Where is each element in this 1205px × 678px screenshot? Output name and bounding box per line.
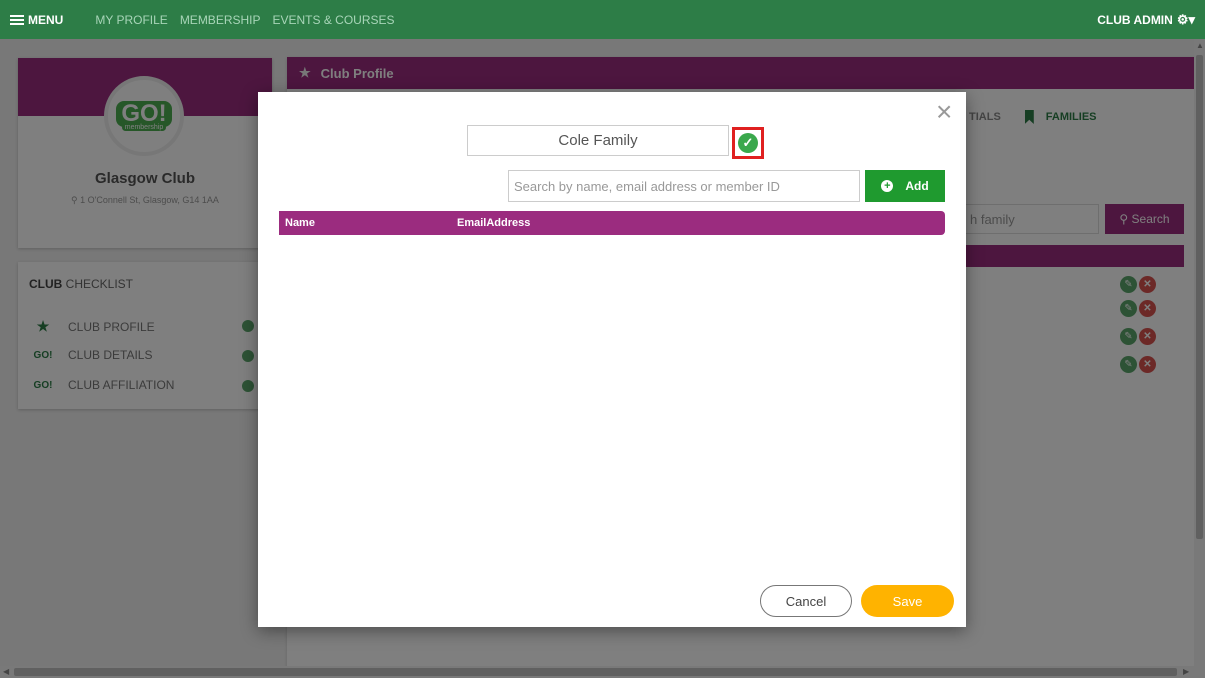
column-email: EmailAddress — [457, 217, 531, 229]
plus-circle-icon: + — [881, 180, 894, 192]
gear-icon: ⚙▾ — [1176, 12, 1195, 27]
close-icon[interactable]: × — [936, 98, 952, 126]
menu-button[interactable]: MENU — [10, 13, 63, 27]
add-member-button[interactable]: + Add — [865, 170, 945, 202]
cancel-button[interactable]: Cancel — [760, 585, 852, 617]
confirm-name-button[interactable]: ✓ — [732, 127, 764, 159]
club-admin-label: CLUB ADMIN — [1097, 13, 1173, 27]
family-name-input[interactable] — [467, 125, 729, 156]
hamburger-icon — [10, 13, 24, 27]
member-search-input[interactable] — [508, 170, 860, 202]
top-nav: MENU MY PROFILE MEMBERSHIP EVENTS & COUR… — [0, 0, 1205, 39]
nav-events-courses[interactable]: EVENTS & COURSES — [273, 13, 395, 27]
menu-label: MENU — [28, 12, 64, 27]
add-label: Add — [905, 179, 929, 193]
nav-membership[interactable]: MEMBERSHIP — [180, 13, 261, 27]
members-table-header: Name EmailAddress — [279, 211, 945, 235]
edit-family-modal: × ✓ + Add Name EmailAddress Cancel Save — [258, 92, 966, 627]
club-admin-menu[interactable]: CLUB ADMIN ⚙▾ — [1097, 12, 1195, 28]
check-circle-icon: ✓ — [738, 133, 758, 153]
nav-my-profile[interactable]: MY PROFILE — [95, 13, 167, 27]
column-name: Name — [285, 217, 315, 229]
save-button[interactable]: Save — [861, 585, 954, 617]
